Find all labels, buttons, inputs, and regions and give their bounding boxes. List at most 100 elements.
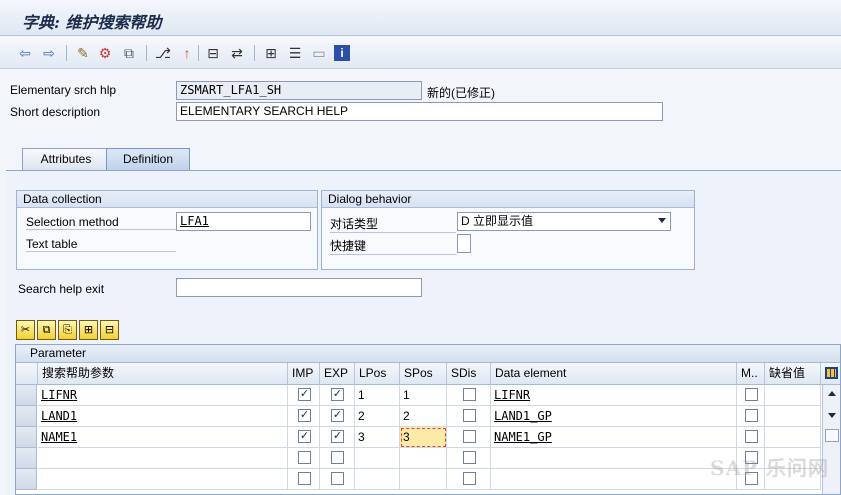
tab-attributes[interactable]: Attributes [22,148,110,170]
navigation-window-icon[interactable]: ⊞ [262,44,280,62]
row-selector[interactable] [16,469,37,490]
col-header-spos[interactable]: SPos [400,363,447,385]
cell-exp[interactable] [320,448,355,469]
checkbox[interactable] [463,388,476,401]
checkbox[interactable] [745,388,758,401]
col-header-default[interactable]: 缺省值 [765,363,821,385]
cell-param[interactable]: LAND1 [38,406,288,427]
checkbox[interactable] [331,472,344,485]
cell-sdis[interactable] [447,469,491,490]
cell-spos[interactable]: 2 [400,406,447,427]
display-object-list-icon[interactable]: ⇄ [228,44,246,62]
cell-data-element[interactable]: LIFNR [491,385,737,406]
checkbox[interactable] [463,409,476,422]
delete-row-icon[interactable]: ⊟ [100,320,119,340]
insert-row-icon[interactable]: ⊞ [79,320,98,340]
cell-mod[interactable] [737,406,765,427]
scroll-up-icon[interactable] [828,391,836,396]
search-help-exit-field[interactable] [176,278,422,297]
col-header-sdis[interactable]: SDis [447,363,491,385]
copy-icon[interactable]: ⧉ [37,320,56,340]
cell-mod[interactable] [737,385,765,406]
row-selector[interactable] [16,427,37,448]
cell-sdis[interactable] [447,448,491,469]
checkbox[interactable]: ✓ [298,409,311,422]
info-icon[interactable]: i [334,45,350,61]
checkbox[interactable]: ✓ [331,388,344,401]
cell-imp[interactable] [288,448,320,469]
cell-exp[interactable]: ✓ [320,385,355,406]
cell-data-element[interactable]: NAME1_GP [491,427,737,448]
checkbox[interactable] [331,451,344,464]
display-change-icon[interactable]: ✎ [74,44,92,62]
layout-icon[interactable]: ▭ [310,44,328,62]
param-name[interactable]: NAME1 [41,430,77,444]
checkbox[interactable] [463,472,476,485]
col-header-exp[interactable]: EXP [320,363,355,385]
param-name[interactable]: LAND1 [41,409,77,423]
cell-spos[interactable] [400,469,447,490]
checkbox[interactable] [298,451,311,464]
short-description-field[interactable]: ELEMENTARY SEARCH HELP [176,102,663,121]
forward-arrow-icon[interactable]: ⇨ [40,44,58,62]
cell-lpos[interactable] [355,469,400,490]
other-object-icon[interactable]: ⚙ [96,44,114,62]
cell-data-element[interactable] [491,469,737,490]
back-arrow-icon[interactable]: ⇦ [16,44,34,62]
col-header-data-element[interactable]: Data element [491,363,737,385]
cell-exp[interactable]: ✓ [320,427,355,448]
cell-param[interactable] [38,448,288,469]
hotkey-field[interactable] [457,234,471,253]
checkbox[interactable]: ✓ [331,409,344,422]
select-all-header[interactable] [16,363,38,385]
cell-imp[interactable]: ✓ [288,406,320,427]
cell-sdis[interactable] [447,406,491,427]
cell-sdis[interactable] [447,385,491,406]
data-element-link[interactable]: LAND1_GP [494,409,552,423]
scroll-thumb[interactable] [825,429,839,442]
col-header-lpos[interactable]: LPos [355,363,400,385]
cell-data-element[interactable]: LAND1_GP [491,406,737,427]
tab-definition[interactable]: Definition [106,148,190,170]
cell-param[interactable]: LIFNR [38,385,288,406]
cell-spos[interactable]: 1 [400,385,447,406]
cell-lpos[interactable]: 3 [355,427,400,448]
cell-imp[interactable] [288,469,320,490]
cell-data-element[interactable] [491,448,737,469]
cell-default[interactable] [765,385,821,406]
checkbox[interactable] [745,409,758,422]
table-settings-icon[interactable] [821,363,840,385]
paste-icon[interactable]: ⎘ [58,320,77,340]
selection-method-field[interactable]: LFA1 [176,212,311,231]
cell-param[interactable]: NAME1 [38,427,288,448]
cell-lpos[interactable]: 1 [355,385,400,406]
cell-lpos[interactable] [355,448,400,469]
cell-spos[interactable]: 3 [400,427,447,448]
check-icon[interactable]: ⧉ [120,44,138,62]
row-selector[interactable] [16,448,37,469]
checkbox[interactable] [463,451,476,464]
hierarchy-icon[interactable]: ☰ [286,44,304,62]
cell-exp[interactable]: ✓ [320,406,355,427]
col-header-param[interactable]: 搜索帮助参数 [38,363,288,385]
dialog-type-select[interactable]: D 立即显示值 [457,212,671,231]
param-name[interactable]: LIFNR [41,388,77,402]
checkbox[interactable]: ✓ [331,430,344,443]
scroll-down-icon[interactable] [828,413,836,418]
cell-lpos[interactable]: 2 [355,406,400,427]
object-list-icon[interactable]: ⊟ [204,44,222,62]
chevron-down-icon[interactable] [658,218,666,223]
checkbox[interactable] [745,430,758,443]
checkbox[interactable]: ✓ [298,388,311,401]
checkbox[interactable]: ✓ [298,430,311,443]
cell-imp[interactable]: ✓ [288,427,320,448]
cell-default[interactable] [765,427,821,448]
cell-mod[interactable] [737,427,765,448]
col-header-mod[interactable]: M.. [737,363,765,385]
col-header-imp[interactable]: IMP [288,363,320,385]
checkbox[interactable] [298,472,311,485]
cell-param[interactable] [38,469,288,490]
checkbox[interactable] [463,430,476,443]
cell-sdis[interactable] [447,427,491,448]
cell-exp[interactable] [320,469,355,490]
